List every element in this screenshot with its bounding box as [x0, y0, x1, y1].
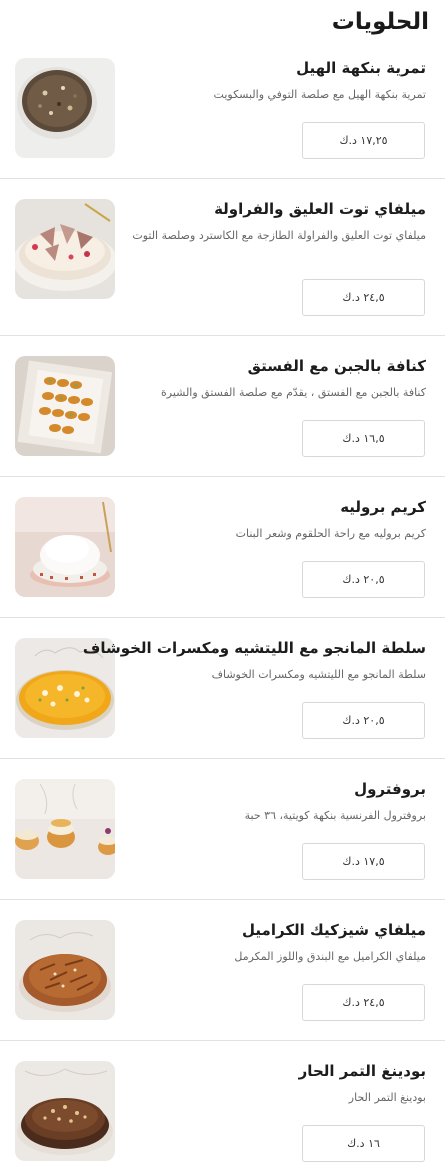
mille-feuille-image	[15, 199, 115, 299]
item-name: كريم بروليه	[340, 498, 426, 516]
menu-item-card[interactable]: كنافة بالجبن مع الفستق كنافة بالجبن مع ال…	[0, 336, 445, 477]
item-name: كنافة بالجبن مع الفستق	[247, 357, 426, 375]
menu-list: تمرية بنكهة الهيل تمرية بنكهة الهيل مع صل…	[0, 45, 445, 1166]
price-button[interactable]: ٢٤,٥ د.ك	[302, 984, 425, 1021]
item-name: بودينغ التمر الحار	[298, 1062, 426, 1080]
caramel-cheesecake-image	[15, 920, 115, 1020]
item-description: كريم بروليه مع راحة الحلقوم وشعر البنات	[235, 527, 426, 540]
price-button[interactable]: ٢٠,٥ د.ك	[302, 702, 425, 739]
menu-item-card[interactable]: كريم بروليه كريم بروليه مع راحة الحلقوم و…	[0, 477, 445, 618]
price-button[interactable]: ١٧,٢٥ د.ك	[302, 122, 425, 159]
menu-item-card[interactable]: ميلفاي شيزكيك الكراميل ميلفاي الكراميل مع…	[0, 900, 445, 1041]
price-button[interactable]: ١٦,٥ د.ك	[302, 420, 425, 457]
menu-item-card[interactable]: سلطة المانجو مع الليتشيه ومكسرات الخوشاف…	[0, 618, 445, 759]
item-description: بودينغ التمر الحار	[348, 1091, 426, 1104]
creme-brulee-image	[15, 497, 115, 597]
profiterole-image	[15, 779, 115, 879]
menu-item-card[interactable]: تمرية بنكهة الهيل تمرية بنكهة الهيل مع صل…	[0, 45, 445, 179]
item-name: سلطة المانجو مع الليتشيه ومكسرات الخوشاف	[82, 639, 426, 657]
sticky-date-pudding-image	[15, 1061, 115, 1161]
item-description: بروفترول الفرنسية بنكهة كويتية، ٣٦ حبة	[244, 809, 426, 822]
kunafa-image	[15, 356, 115, 456]
item-name: بروفترول	[354, 780, 426, 798]
price-button[interactable]: ٢٠,٥ د.ك	[302, 561, 425, 598]
item-name: ميلفاي شيزكيك الكراميل	[242, 921, 426, 939]
item-name: ميلفاي توت العليق والفراولة	[214, 200, 426, 218]
section-header: الحلويات	[0, 0, 445, 45]
menu-item-card[interactable]: ميلفاي توت العليق والفراولة ميلفاي توت ال…	[0, 179, 445, 336]
price-button[interactable]: ٢٤,٥ د.ك	[302, 279, 425, 316]
item-description: ميلفاي توت العليق والفراولة الطازجة مع ا…	[132, 229, 426, 242]
section-title: الحلويات	[331, 9, 429, 35]
price-button[interactable]: ١٧,٥ د.ك	[302, 843, 425, 880]
date-pudding-image	[15, 58, 115, 158]
item-description: كنافة بالجبن مع الفستق ، يقدّم مع صلصة ا…	[160, 386, 426, 399]
item-name: تمرية بنكهة الهيل	[296, 59, 426, 77]
menu-item-card[interactable]: بروفترول بروفترول الفرنسية بنكهة كويتية، …	[0, 759, 445, 900]
item-description: ميلفاي الكراميل مع البندق واللوز المكرمل	[234, 950, 426, 963]
item-description: تمرية بنكهة الهيل مع صلصة التوفي والبسكو…	[213, 88, 426, 101]
price-button[interactable]: ١٦ د.ك	[302, 1125, 425, 1162]
menu-item-card[interactable]: بودينغ التمر الحار بودينغ التمر الحار ١٦ د…	[0, 1041, 445, 1166]
item-description: سلطة المانجو مع الليتشيه ومكسرات الخوشاف	[211, 668, 426, 681]
